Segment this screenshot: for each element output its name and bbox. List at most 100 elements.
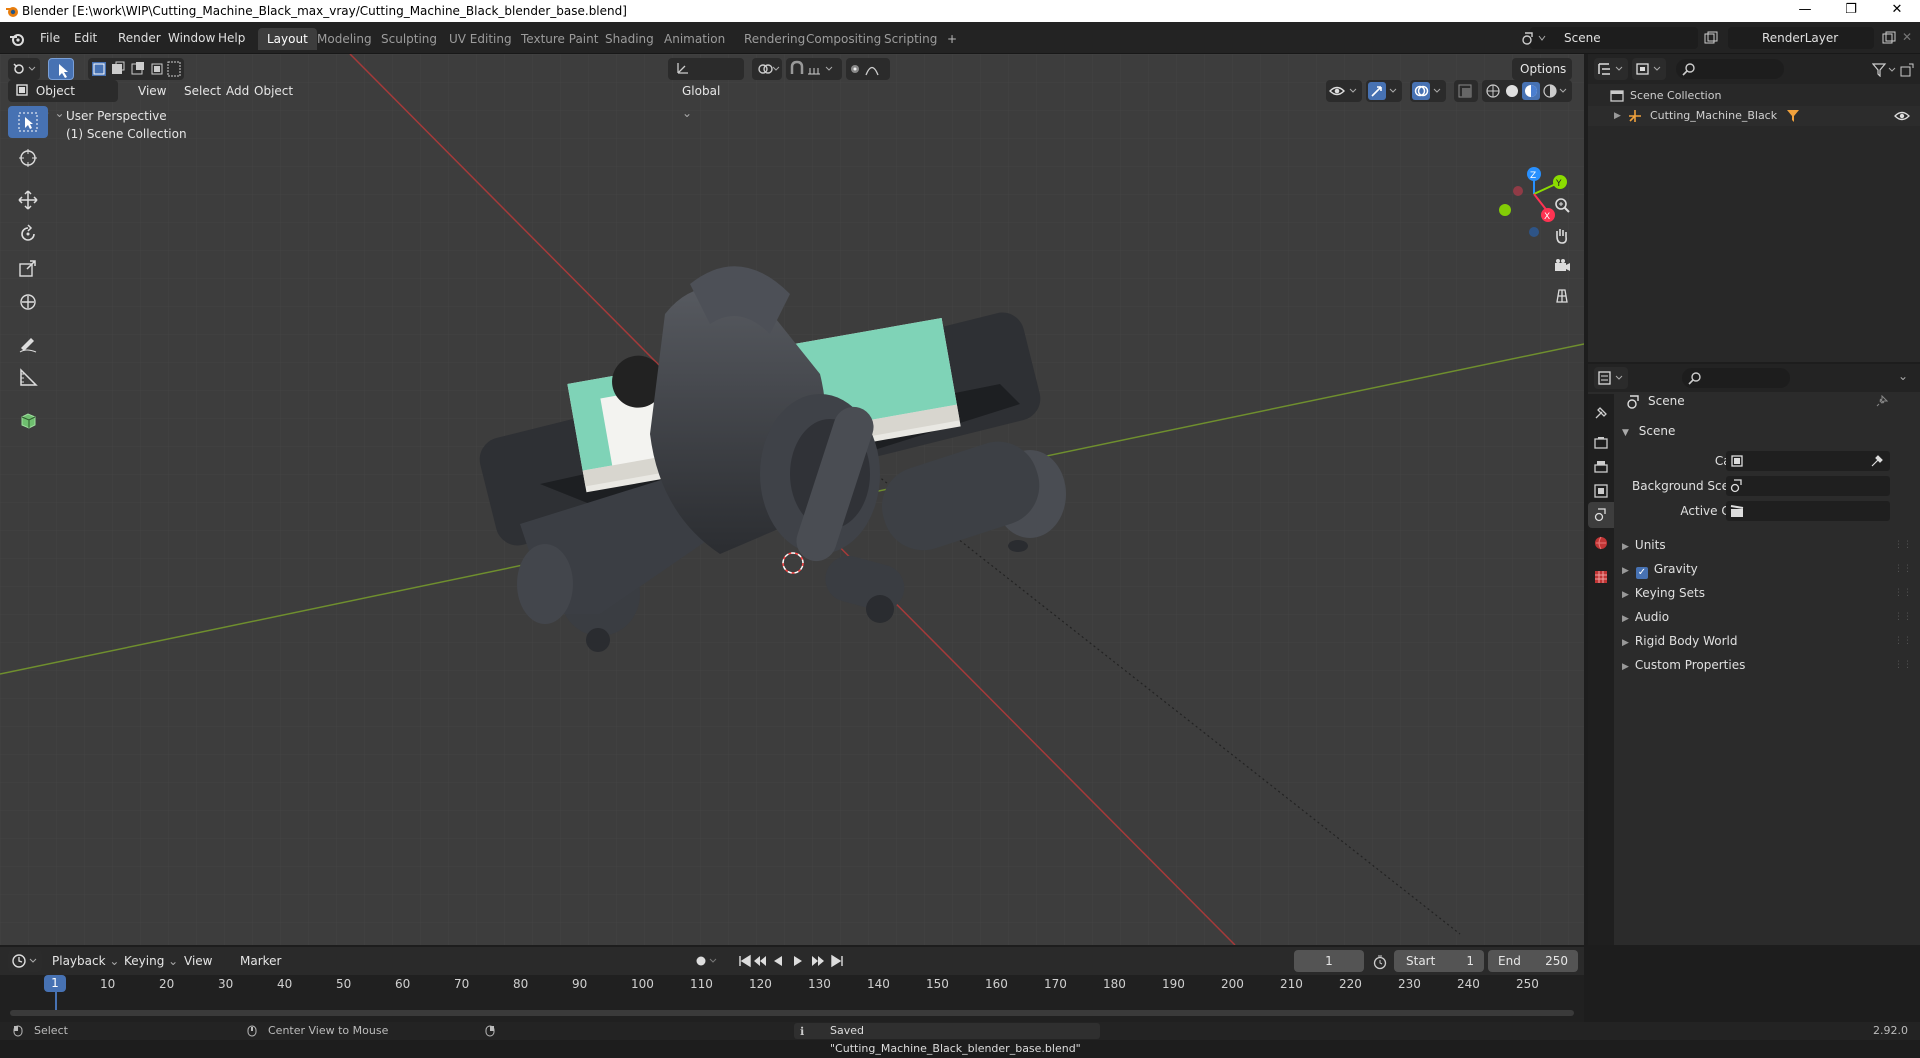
texture-tab-icon[interactable] [1594, 570, 1608, 584]
scene-type-icon[interactable] [1522, 31, 1548, 45]
tab-scripting[interactable]: Scripting [875, 28, 946, 50]
add-cube-tool[interactable] [8, 404, 48, 436]
camera-view-icon[interactable] [1548, 252, 1576, 280]
3d-viewport[interactable]: Z Y X User Perspective (1) Scene Collect… [0, 54, 1584, 945]
record-button[interactable] [694, 953, 720, 969]
gizmo-neg-z[interactable] [1529, 227, 1539, 237]
timeline-scrollbar[interactable] [10, 1010, 1574, 1016]
drag-handle-icon[interactable]: ⋮⋮ [1894, 606, 1912, 628]
scene-panel-header[interactable]: ▼ Scene [1622, 420, 1675, 442]
stopwatch-icon[interactable] [1372, 954, 1388, 970]
timeline-menu-playback[interactable]: Playback ⌄ [44, 950, 127, 972]
pin-icon[interactable] [1876, 395, 1888, 407]
active-clip-field[interactable] [1726, 501, 1890, 521]
viewport-menu-view[interactable]: View [130, 80, 174, 102]
move-tool[interactable] [8, 184, 48, 216]
pan-hand-icon[interactable] [1548, 222, 1576, 250]
zoom-icon[interactable] [1548, 192, 1576, 220]
drag-handle-icon[interactable]: ⋮⋮ [1894, 558, 1912, 580]
eyedropper-icon[interactable] [1870, 454, 1884, 468]
timeline-menu-view[interactable]: View [176, 950, 220, 972]
gizmos-toggle[interactable] [1366, 80, 1402, 102]
outliner-search-input[interactable] [1676, 59, 1784, 79]
tab-sculpting[interactable]: Sculpting [372, 28, 446, 50]
world-tab-icon[interactable] [1594, 536, 1608, 550]
perspective-toggle-icon[interactable] [1548, 282, 1576, 310]
expand-arrow-icon[interactable]: ▶ [1614, 106, 1621, 126]
shading-mode-group[interactable] [1482, 80, 1572, 102]
xray-toggle[interactable] [1454, 80, 1478, 102]
tab-modeling[interactable]: Modeling [308, 28, 381, 50]
drag-handle-icon[interactable]: ⋮⋮ [1894, 582, 1912, 604]
scene-tab[interactable] [1588, 502, 1614, 528]
end-frame-field[interactable]: End 250 [1488, 950, 1578, 972]
panel-audio[interactable]: ▶ Audio ⋮⋮ [1622, 606, 1912, 628]
current-frame-field[interactable]: 1 [1294, 950, 1364, 972]
visibility-eye-icon[interactable] [1894, 110, 1910, 122]
playback-controls[interactable] [738, 953, 848, 969]
remove-layer-icon[interactable]: ✕ [1902, 30, 1912, 44]
view-layer-selector[interactable]: RenderLayer [1728, 27, 1874, 49]
blender-menu-icon[interactable] [9, 31, 25, 47]
select-box-tool[interactable] [8, 106, 48, 138]
output-tab-icon[interactable] [1594, 460, 1608, 474]
outliner-row-object[interactable]: ▶ Cutting_Machine_Black [1588, 106, 1920, 126]
chevron-down-icon[interactable]: ⌄ [1898, 369, 1908, 383]
add-workspace-icon[interactable]: + [938, 28, 966, 50]
drag-handle-icon[interactable]: ⋮⋮ [1894, 534, 1912, 556]
proportional-edit-group[interactable] [846, 58, 890, 80]
visibility-dropdown[interactable] [1326, 80, 1362, 102]
tab-texture-paint[interactable]: Texture Paint [512, 28, 607, 50]
annotate-tool[interactable] [8, 328, 48, 360]
panel-rigid-body-world[interactable]: ▶ Rigid Body World ⋮⋮ [1622, 630, 1912, 652]
timeline-menu-marker[interactable]: Marker [232, 950, 289, 972]
tweak-tool-button[interactable] [48, 58, 74, 80]
snap-group[interactable] [786, 58, 842, 80]
drag-handle-icon[interactable]: ⋮⋮ [1894, 654, 1912, 676]
start-frame-field[interactable]: Start 1 [1394, 950, 1484, 972]
tab-uv-editing[interactable]: UV Editing [440, 28, 521, 50]
filter-icon[interactable] [1872, 63, 1900, 77]
new-collection-icon[interactable] [1900, 63, 1914, 77]
menu-edit[interactable]: Edit [68, 28, 103, 48]
properties-editor-type[interactable] [1594, 367, 1628, 389]
background-scene-field[interactable] [1726, 476, 1890, 496]
outliner-row-scene-collection[interactable]: Scene Collection [1588, 86, 1920, 106]
rotate-tool[interactable] [8, 218, 48, 250]
scale-tool[interactable] [8, 252, 48, 284]
display-mode-dropdown[interactable] [1632, 58, 1666, 80]
editor-type-button[interactable] [8, 58, 40, 80]
panel-custom-properties[interactable]: ▶ Custom Properties ⋮⋮ [1622, 654, 1912, 676]
panel-keying-sets[interactable]: ▶ Keying Sets ⋮⋮ [1622, 582, 1912, 604]
transform-orientation-dropdown[interactable]: Global ⌄ [668, 58, 744, 120]
tab-shading[interactable]: Shading [596, 28, 663, 50]
menu-render[interactable]: Render [112, 28, 167, 48]
viewport-menu-object[interactable]: Object [246, 80, 301, 102]
mode-dropdown[interactable]: Object Mode ⌄ [8, 80, 118, 120]
select-mode-group[interactable] [88, 58, 184, 80]
measure-tool[interactable] [8, 362, 48, 394]
cursor-tool[interactable] [8, 142, 48, 174]
minimize-button[interactable]: — [1782, 0, 1828, 22]
maximize-button[interactable]: ❐ [1828, 0, 1874, 22]
outliner-editor-type[interactable] [1594, 58, 1628, 80]
playhead-frame-label[interactable]: 1 [44, 975, 66, 992]
panel-units[interactable]: ▶ Units ⋮⋮ [1622, 534, 1912, 556]
gizmo-neg-x[interactable] [1513, 186, 1523, 196]
menu-help[interactable]: Help [212, 28, 251, 48]
timeline-editor-type[interactable] [8, 950, 42, 972]
menu-file[interactable]: File [34, 28, 66, 48]
gizmo-neg-y[interactable] [1499, 204, 1511, 216]
gravity-checkbox[interactable]: ✓ [1635, 567, 1648, 579]
overlays-toggle[interactable] [1410, 80, 1446, 102]
drag-handle-icon[interactable]: ⋮⋮ [1894, 630, 1912, 652]
scene-selector[interactable]: Scene [1530, 27, 1698, 49]
properties-search-input[interactable] [1682, 368, 1790, 388]
render-tab-icon[interactable] [1594, 436, 1608, 450]
tab-animation[interactable]: Animation [655, 28, 734, 50]
tool-tab-icon[interactable] [1594, 406, 1608, 420]
camera-field[interactable] [1726, 451, 1890, 471]
options-dropdown[interactable]: Options ⌄ [1512, 58, 1572, 98]
pivot-point-dropdown[interactable] [752, 58, 782, 80]
new-layer-icon[interactable] [1882, 31, 1896, 45]
